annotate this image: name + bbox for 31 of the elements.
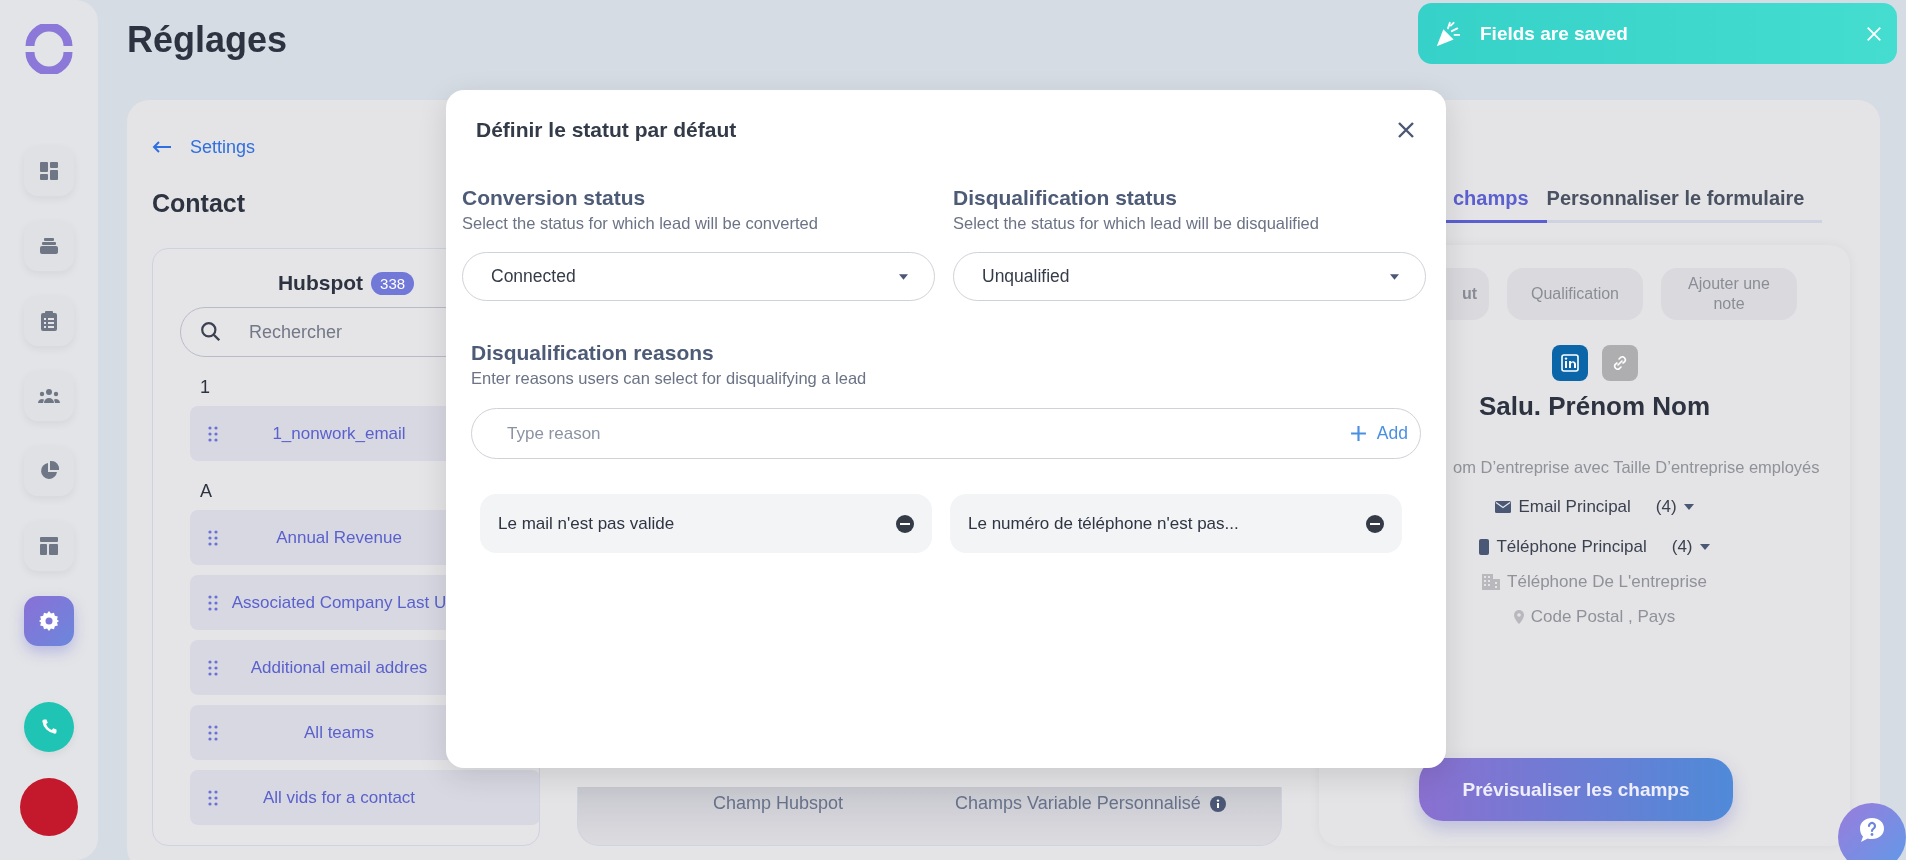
field-hint: Select the status for which lead will be disqualified [953,214,1320,233]
contact-field: Code Postal , Pays [1530,607,1676,627]
field-name: All vids for a contact [261,787,417,808]
contact-field: Téléphone De L'entreprise [1507,572,1707,592]
contact-name: Salu. Prénom Nom [1478,391,1711,422]
count-label: (4) [1655,497,1677,517]
column-header: Champ Hubspot [713,793,844,814]
field-label: Conversion status [462,186,647,210]
field-label: Disqualification status [953,186,1179,210]
reason-text: Le numéro de téléphone n'est pas... [968,513,1239,534]
field-name: All teams [303,722,375,743]
company-line: om D’entreprise avec Taille D’entreprise employés [1453,458,1820,477]
panel-title: Hubspot [277,271,364,295]
toast-message: Fields are saved [1480,22,1629,45]
contact-field: Email Principal [1518,497,1631,517]
count-badge: 338 [371,271,415,295]
field-label: Disqualification reasons [471,341,715,365]
field-name: Associated Company Last U [230,592,448,613]
group-letter: 1 [200,377,210,398]
contact-field: Téléphone Principal [1496,537,1647,557]
field-hint: Enter reasons users can select for disqualifying a lead [471,369,868,388]
field-name: Annual Revenue [275,527,403,548]
field-hint: Select the status for which lead will be converted [462,214,819,233]
dialog-title: Définir le statut par défaut [476,118,737,142]
group-letter: A [200,481,212,502]
section-title: Contact [152,188,246,219]
page-title: Réglages [127,20,288,62]
column-header: Champs Variable Personnalisé [955,793,1201,814]
field-name: 1_nonwork_email [271,423,407,444]
count-label: (4) [1671,537,1693,557]
field-name: Additional email addres [249,657,429,678]
